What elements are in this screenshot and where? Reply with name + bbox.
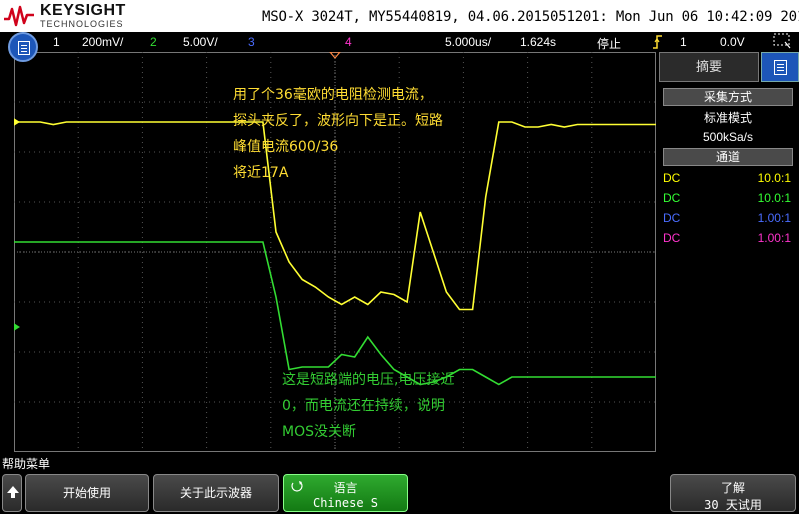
ch4-label[interactable]: 4 (345, 35, 352, 49)
main-menu-button[interactable] (8, 32, 38, 62)
model-info: MSO-X 3024T, MY55440819, 04.06.201505120… (262, 9, 799, 25)
waveform-display[interactable]: 用了个36毫欧的电阻检测电流， 探头夹反了，波形向下是正。短路 峰值电流600/… (14, 52, 656, 452)
green-note-line-2: 0，而电流还在持续，说明 (282, 397, 445, 414)
trigger-channel: 1 (680, 35, 687, 49)
keysight-logo-icon (4, 5, 34, 27)
ch2-probe: 10.0:1 (757, 191, 791, 205)
trial-value: 30 天试用 (704, 498, 762, 512)
ch1-probe: 10.0:1 (757, 171, 791, 185)
header-bar: KEYSIGHT TECHNOLOGIES MSO-X 3024T, MY554… (0, 0, 799, 32)
about-scope-label: 关于此示波器 (179, 486, 252, 500)
run-state: 停止 (597, 37, 622, 51)
ch1-scale[interactable]: 200mV/ (82, 35, 123, 49)
yellow-note-line-1: 用了个36毫欧的电阻检测电流， (233, 86, 433, 103)
channel-row-2: DC 10.0:1 (663, 190, 791, 208)
ch3-label[interactable]: 3 (248, 35, 255, 49)
language-value: Chinese S (312, 496, 379, 510)
sample-rate: 500kSa/s (702, 130, 754, 144)
ch1-label[interactable]: 1 (53, 35, 60, 49)
yellow-note-line-4: 将近17A (233, 165, 289, 181)
green-note-line-1: 这是短路端的电压,电压接近 (282, 371, 454, 388)
yellow-note-line-2: 探头夹反了，波形向下是正。短路 (233, 113, 443, 129)
acquire-mode: 标准模式 (703, 111, 752, 125)
ch4-coupling: DC (663, 231, 681, 245)
green-note-line-3: MOS没关断 (282, 424, 356, 440)
trigger-edge-icon (653, 35, 662, 49)
ch4-probe: 1.00:1 (757, 231, 791, 245)
getting-started-button[interactable]: 开始使用 (25, 474, 149, 512)
about-scope-button[interactable]: 关于此示波器 (153, 474, 279, 512)
entry-knob-icon (291, 481, 303, 492)
timebase-scale[interactable]: 5.000us/ (445, 35, 491, 49)
learn-trial-button[interactable]: 了解 30 天试用 (670, 474, 796, 512)
channels-header: 通道 (663, 148, 793, 166)
yellow-note-line-3: 峰值电流600/36 (233, 139, 338, 155)
language-button[interactable]: 语言 Chinese S (283, 474, 408, 512)
time-delay[interactable]: 1.624s (520, 35, 556, 49)
ch3-probe: 1.00:1 (757, 211, 791, 225)
trigger-level[interactable]: 0.0V (720, 35, 745, 49)
help-menu-label: 帮助菜单 (2, 457, 51, 471)
brand-name: KEYSIGHT (40, 2, 126, 19)
right-panel: 摘要 采集方式 标准模式 500kSa/s 通道 DC 10.0:1 DC 10… (659, 52, 799, 452)
ch2-scale[interactable]: 5.00V/ (183, 35, 218, 49)
acquire-header: 采集方式 (663, 88, 793, 106)
ch3-coupling: DC (663, 211, 681, 225)
channel-row-1: DC 10.0:1 (663, 170, 791, 188)
channel-row-3: DC 1.00:1 (663, 210, 791, 228)
screen-capture-icon[interactable] (773, 33, 791, 49)
summary-tab[interactable]: 摘要 (659, 52, 759, 82)
panel-menu-button[interactable] (761, 52, 799, 82)
up-arrow-icon (7, 486, 19, 498)
back-button[interactable] (2, 474, 22, 512)
ch1-coupling: DC (663, 171, 681, 185)
graticule (14, 52, 656, 452)
ch2-label[interactable]: 2 (150, 35, 157, 49)
ch2-coupling: DC (663, 191, 681, 205)
status-bar: 1 200mV/ 2 5.00V/ 3 4 5.000us/ 1.624s 停止… (0, 32, 799, 52)
getting-started-label: 开始使用 (62, 486, 111, 500)
brand-subtitle: TECHNOLOGIES (40, 19, 124, 29)
learn-label: 了解 (720, 481, 745, 495)
channel-row-4: DC 1.00:1 (663, 230, 791, 248)
